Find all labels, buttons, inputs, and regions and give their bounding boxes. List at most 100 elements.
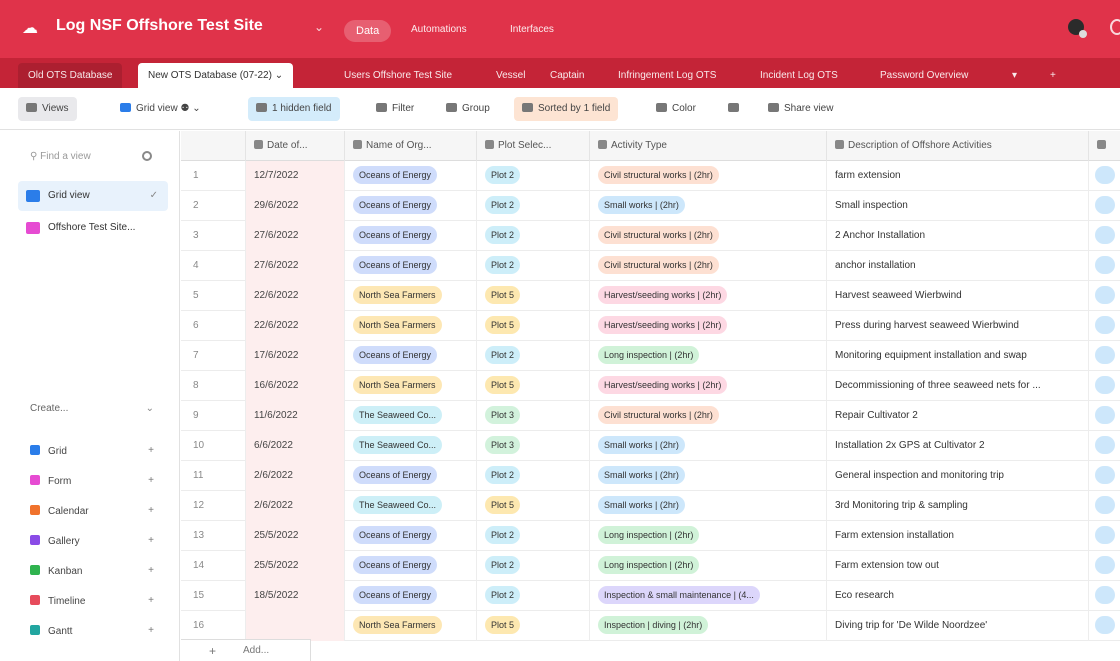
nav-data[interactable]: Data — [344, 20, 392, 42]
table-row[interactable]: 16 North Sea Farmers Plot 5 Inspection | di… — [181, 611, 1120, 641]
tab-vessel[interactable]: Vessel — [486, 63, 535, 88]
base-menu-chevron-icon[interactable]: ⌄ — [314, 20, 324, 34]
cell-date[interactable]: 6/6/2022 — [246, 431, 345, 461]
cell-organisation[interactable]: Oceans of Energy — [345, 251, 477, 281]
cell-activity[interactable]: Harvest/seeding works | (2hr) — [590, 311, 827, 341]
cell-activity[interactable]: Small works | (2hr) — [590, 461, 827, 491]
cell-date[interactable]: 2/6/2022 — [246, 461, 345, 491]
column-plot[interactable]: Plot Selec... — [477, 131, 590, 161]
cell-plot[interactable]: Plot 5 — [477, 281, 590, 311]
cell-organisation[interactable]: Oceans of Energy — [345, 461, 477, 491]
cell-description[interactable]: Monitoring equipment installation and sw… — [827, 341, 1089, 371]
cell-plot[interactable]: Plot 2 — [477, 341, 590, 371]
cell-description[interactable]: 2 Anchor Installation — [827, 221, 1089, 251]
create-calendar[interactable]: Calendar + — [30, 505, 154, 517]
cell-organisation[interactable]: North Sea Farmers — [345, 371, 477, 401]
column-organisation[interactable]: Name of Org... — [345, 131, 477, 161]
cell-description[interactable]: 3rd Monitoring trip & sampling — [827, 491, 1089, 521]
table-row[interactable]: 8 16/6/2022 North Sea Farmers Plot 5 Harvest… — [181, 371, 1120, 401]
add-record-bar[interactable]: + Add... — [181, 639, 311, 661]
cell-next-field[interactable] — [1089, 311, 1120, 341]
cell-date[interactable]: 27/6/2022 — [246, 221, 345, 251]
table-row[interactable]: 1 12/7/2022 Oceans of Energy Plot 2 Civil st… — [181, 161, 1120, 191]
more-tables-icon[interactable]: ▾ — [1002, 63, 1027, 88]
row-number[interactable]: 7 — [181, 341, 246, 371]
cell-activity[interactable]: Long inspection | (2hr) — [590, 521, 827, 551]
table-row[interactable]: 11 2/6/2022 Oceans of Energy Plot 2 Small wo… — [181, 461, 1120, 491]
cell-activity[interactable]: Harvest/seeding works | (2hr) — [590, 281, 827, 311]
cell-next-field[interactable] — [1089, 491, 1120, 521]
color-button[interactable]: Color — [648, 97, 704, 121]
tab-captain[interactable]: Captain — [540, 63, 594, 88]
cell-date[interactable]: 29/6/2022 — [246, 191, 345, 221]
cell-organisation[interactable]: The Seaweed Co... — [345, 491, 477, 521]
row-number[interactable]: 1 — [181, 161, 246, 191]
cell-plot[interactable]: Plot 2 — [477, 191, 590, 221]
cell-description[interactable]: farm extension — [827, 161, 1089, 191]
cell-description[interactable]: Eco research — [827, 581, 1089, 611]
row-number[interactable]: 14 — [181, 551, 246, 581]
row-number[interactable]: 4 — [181, 251, 246, 281]
create-timeline[interactable]: Timeline + — [30, 595, 154, 607]
cell-plot[interactable]: Plot 3 — [477, 401, 590, 431]
cell-next-field[interactable] — [1089, 401, 1120, 431]
row-number[interactable]: 11 — [181, 461, 246, 491]
cell-next-field[interactable] — [1089, 161, 1120, 191]
cell-organisation[interactable]: North Sea Farmers — [345, 611, 477, 641]
nav-automations[interactable]: Automations — [411, 24, 467, 35]
row-number[interactable]: 9 — [181, 401, 246, 431]
cell-organisation[interactable]: The Seaweed Co... — [345, 431, 477, 461]
cell-description[interactable]: Farm extension tow out — [827, 551, 1089, 581]
cell-plot[interactable]: Plot 2 — [477, 251, 590, 281]
cell-description[interactable]: Farm extension installation — [827, 521, 1089, 551]
cell-date[interactable]: 16/6/2022 — [246, 371, 345, 401]
cell-next-field[interactable] — [1089, 521, 1120, 551]
cell-organisation[interactable]: Oceans of Energy — [345, 521, 477, 551]
cell-next-field[interactable] — [1089, 581, 1120, 611]
table-row[interactable]: 9 11/6/2022 The Seaweed Co... Plot 3 Civil s… — [181, 401, 1120, 431]
gear-icon[interactable] — [142, 151, 152, 161]
row-number[interactable]: 3 — [181, 221, 246, 251]
column-description[interactable]: Description of Offshore Activities — [827, 131, 1089, 161]
table-row[interactable]: 13 25/5/2022 Oceans of Energy Plot 2 Long in… — [181, 521, 1120, 551]
cell-date[interactable]: 25/5/2022 — [246, 551, 345, 581]
user-avatar[interactable] — [1068, 19, 1087, 38]
cell-date[interactable]: 25/5/2022 — [246, 521, 345, 551]
cell-next-field[interactable] — [1089, 371, 1120, 401]
row-number[interactable]: 2 — [181, 191, 246, 221]
base-title[interactable]: Log NSF Offshore Test Site — [56, 17, 263, 35]
create-kanban[interactable]: Kanban + — [30, 565, 154, 577]
cell-plot[interactable]: Plot 5 — [477, 491, 590, 521]
table-row[interactable]: 14 25/5/2022 Oceans of Energy Plot 2 Long in… — [181, 551, 1120, 581]
find-view-input[interactable]: ⚲ Find a view — [30, 151, 91, 162]
create-gallery[interactable]: Gallery + — [30, 535, 154, 547]
cell-description[interactable]: Installation 2x GPS at Cultivator 2 — [827, 431, 1089, 461]
cell-organisation[interactable]: Oceans of Energy — [345, 161, 477, 191]
cell-description[interactable]: Harvest seaweed Wierbwind — [827, 281, 1089, 311]
cell-description[interactable]: anchor installation — [827, 251, 1089, 281]
column-activity-type[interactable]: Activity Type — [590, 131, 827, 161]
cell-date[interactable]: 12/7/2022 — [246, 161, 345, 191]
nav-interfaces[interactable]: Interfaces — [510, 24, 554, 35]
cell-activity[interactable]: Long inspection | (2hr) — [590, 551, 827, 581]
cell-activity[interactable]: Inspection & small maintenance | (4... — [590, 581, 827, 611]
table-row[interactable]: 4 27/6/2022 Oceans of Energy Plot 2 Civil st… — [181, 251, 1120, 281]
create-form[interactable]: Form + — [30, 475, 154, 487]
cell-plot[interactable]: Plot 3 — [477, 431, 590, 461]
table-row[interactable]: 12 2/6/2022 The Seaweed Co... Plot 5 Small w… — [181, 491, 1120, 521]
table-row[interactable]: 7 17/6/2022 Oceans of Energy Plot 2 Long ins… — [181, 341, 1120, 371]
cell-date[interactable]: 2/6/2022 — [246, 491, 345, 521]
table-row[interactable]: 10 6/6/2022 The Seaweed Co... Plot 3 Small w… — [181, 431, 1120, 461]
view-grid-view[interactable]: Grid view ✓ — [18, 181, 168, 211]
tab-incident-log[interactable]: Incident Log OTS — [750, 63, 848, 88]
grid-view-switcher[interactable]: Grid view ⚉ ⌄ — [112, 97, 209, 121]
cell-description[interactable]: Decommissioning of three seaweed nets fo… — [827, 371, 1089, 401]
create-gantt[interactable]: Gantt + — [30, 625, 154, 637]
cell-activity[interactable]: Small works | (2hr) — [590, 431, 827, 461]
cell-plot[interactable]: Plot 2 — [477, 221, 590, 251]
tab-password-overview[interactable]: Password Overview — [870, 63, 978, 88]
table-row[interactable]: 5 22/6/2022 North Sea Farmers Plot 5 Harvest… — [181, 281, 1120, 311]
cell-organisation[interactable]: North Sea Farmers — [345, 311, 477, 341]
tab-users-offshore-test-site[interactable]: Users Offshore Test Site — [334, 63, 462, 88]
cell-plot[interactable]: Plot 5 — [477, 371, 590, 401]
